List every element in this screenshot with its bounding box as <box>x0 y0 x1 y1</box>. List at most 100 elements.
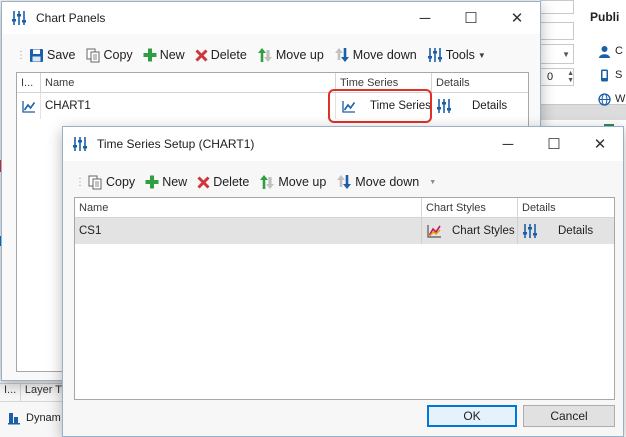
chart-panels-titlebar[interactable]: Chart Panels ─ ☐ ✕ <box>2 2 540 34</box>
move-up-button[interactable]: Move up <box>252 44 329 66</box>
ok-button[interactable]: OK <box>427 405 517 427</box>
minimize-button[interactable]: ─ <box>402 2 448 34</box>
maximize-button[interactable]: ☐ <box>531 128 577 160</box>
spinner-value: 0 <box>547 71 554 83</box>
background-spinner[interactable]: 0 ▲ ▼ <box>540 68 574 86</box>
chart-styles-button[interactable]: Chart Styles <box>422 218 518 244</box>
right-panel-item-label: C <box>615 45 623 57</box>
sliders-icon <box>71 135 89 153</box>
phone-icon <box>601 69 608 81</box>
column-header-chart-styles[interactable]: Chart Styles <box>422 198 518 217</box>
move-up-button-label: Move up <box>278 175 327 189</box>
line-chart-icon <box>21 100 35 113</box>
chevron-down-icon: ▼ <box>477 50 486 60</box>
row-name-cell: CS1 <box>75 218 422 244</box>
table-row[interactable]: CHART1 Time Series Details <box>17 93 528 119</box>
details-button[interactable]: Details <box>518 218 614 244</box>
copy-button[interactable]: Copy <box>81 44 138 66</box>
background-bottom-grid-row[interactable]: Dynam <box>0 404 62 432</box>
move-up-icon <box>260 175 275 189</box>
bottom-grid-row-text: Dynam <box>26 412 61 424</box>
toolbar-grip-icon[interactable]: ⋮ <box>75 174 85 190</box>
details-button-label: Details <box>558 225 594 237</box>
chart-panels-title: Chart Panels <box>36 11 106 25</box>
copy-button-label: Copy <box>106 175 136 189</box>
user-icon <box>599 45 610 58</box>
right-panel-heading: Publi <box>590 10 620 24</box>
bottom-grid-col-index: I... <box>0 384 21 401</box>
time-series-setup-titlebar[interactable]: Time Series Setup (CHART1) ─ ☐ ✕ <box>63 127 623 161</box>
delete-button-label: Delete <box>210 48 247 62</box>
sliders-icon <box>427 48 442 62</box>
chevron-down-icon: ▼ <box>429 178 437 186</box>
background-bottom-grid-header: I... Layer T <box>0 384 62 402</box>
chart-styles-icon <box>427 225 441 238</box>
table-row[interactable]: CS1 Chart Styles Details <box>75 218 614 244</box>
move-up-button[interactable]: Move up <box>254 171 331 193</box>
time-series-setup-toolbar: ⋮ Copy New Delete Move up Move down ▼ <box>71 169 623 195</box>
delete-button[interactable]: Delete <box>190 44 252 66</box>
bottom-grid-col-layer: Layer T <box>24 384 62 396</box>
chart-styles-button-label: Chart Styles <box>452 225 515 237</box>
layer-icon <box>8 413 20 425</box>
copy-button[interactable]: Copy <box>83 171 140 193</box>
delete-x-icon <box>195 48 208 62</box>
move-down-icon <box>334 48 349 62</box>
background-input[interactable] <box>540 22 574 40</box>
move-down-icon <box>337 175 352 189</box>
background-input[interactable] <box>540 0 574 14</box>
cancel-button[interactable]: Cancel <box>523 405 615 427</box>
copy-button-label: Copy <box>103 48 133 62</box>
move-down-button[interactable]: Move down <box>329 44 422 66</box>
column-header-name[interactable]: Name <box>41 73 336 92</box>
right-panel-item[interactable]: S <box>598 64 626 86</box>
right-panel-item[interactable]: C <box>598 40 626 62</box>
background-dropdown[interactable]: ▼ <box>540 44 574 64</box>
chart-panels-grid-header: I... Name Time Series Details <box>17 73 528 93</box>
spinner-arrows-icon: ▲ ▼ <box>567 70 575 84</box>
delete-x-icon <box>197 175 210 189</box>
delete-button[interactable]: Delete <box>192 171 254 193</box>
save-button[interactable]: Save <box>24 44 81 66</box>
move-down-button-label: Move down <box>355 175 420 189</box>
new-button-label: New <box>159 48 185 62</box>
right-panel-item-label: W <box>615 93 626 105</box>
save-button-label: Save <box>47 48 76 62</box>
chart-panels-toolbar: ⋮ Save Copy New Delete Move up Move down… <box>12 42 540 68</box>
column-header-index[interactable]: I... <box>17 73 41 92</box>
sliders-icon <box>10 9 28 27</box>
right-panel-item[interactable]: W <box>598 88 626 110</box>
move-up-button-label: Move up <box>275 48 324 62</box>
close-button[interactable]: ✕ <box>577 128 623 160</box>
plus-icon <box>143 48 157 62</box>
move-down-button[interactable]: Move down <box>331 171 424 193</box>
new-button[interactable]: New <box>138 44 190 66</box>
sliders-icon <box>523 224 537 238</box>
plus-icon <box>145 175 159 189</box>
time-series-setup-grid-header: Name Chart Styles Details <box>75 198 614 218</box>
sliders-icon <box>437 99 451 113</box>
tools-dropdown-label: Tools <box>445 48 475 62</box>
delete-button-label: Delete <box>213 175 250 189</box>
copy-icon <box>88 175 102 189</box>
details-button[interactable]: Details <box>432 93 528 119</box>
new-button[interactable]: New <box>140 171 192 193</box>
row-name-cell: CHART1 <box>41 93 336 119</box>
tools-dropdown[interactable]: Tools ▼ <box>422 44 491 66</box>
row-chart-icon-cell <box>17 93 41 119</box>
new-button-label: New <box>162 175 188 189</box>
toolbar-overflow-dropdown[interactable]: ▼ <box>424 171 441 193</box>
time-series-setup-grid: Name Chart Styles Details CS1 Chart Styl… <box>74 197 615 400</box>
time-series-setup-dialog: Time Series Setup (CHART1) ─ ☐ ✕ ⋮ Copy … <box>62 126 624 437</box>
details-button-label: Details <box>472 100 508 112</box>
time-series-setup-title: Time Series Setup (CHART1) <box>97 137 255 151</box>
move-down-button-label: Move down <box>352 48 417 62</box>
minimize-button[interactable]: ─ <box>485 128 531 160</box>
close-button[interactable]: ✕ <box>494 2 540 34</box>
column-header-details[interactable]: Details <box>432 73 528 92</box>
time-series-highlight <box>328 89 432 123</box>
toolbar-grip-icon[interactable]: ⋮ <box>16 47 26 63</box>
maximize-button[interactable]: ☐ <box>448 2 494 34</box>
column-header-name[interactable]: Name <box>75 198 422 217</box>
column-header-details[interactable]: Details <box>518 198 614 217</box>
